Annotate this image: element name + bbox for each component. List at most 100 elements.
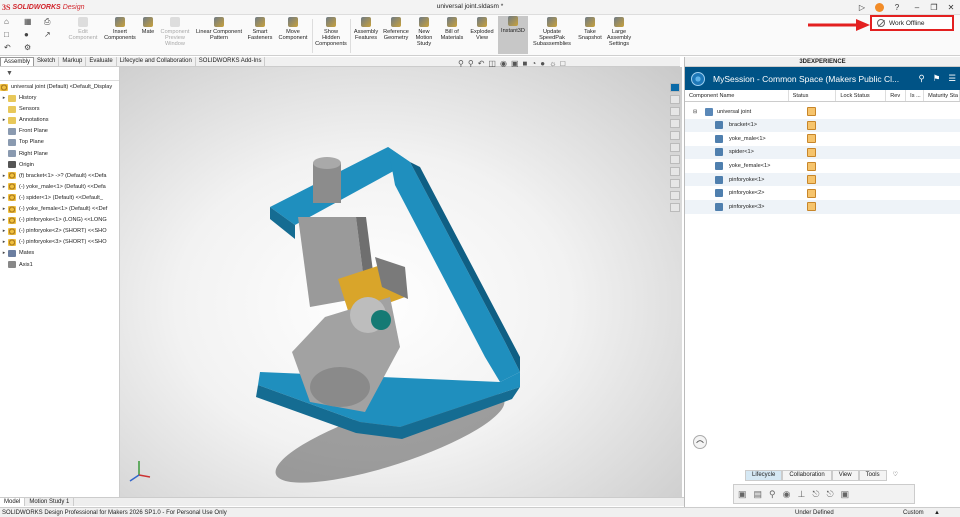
column-is[interactable]: Is ... — [906, 90, 925, 101]
chevron-up-icon[interactable]: ▲ — [934, 508, 940, 517]
compass-icon[interactable] — [691, 71, 705, 86]
expand-icon[interactable]: ▸ — [0, 173, 8, 179]
tag-icon[interactable]: ⚑ — [933, 73, 941, 84]
tree-item[interactable]: Sensors — [0, 104, 40, 114]
hide-show-items-icon[interactable]: ◔ — [531, 59, 536, 68]
tab-markup[interactable]: Markup — [59, 57, 87, 66]
column-rev[interactable]: Rev — [886, 90, 907, 101]
app-logo[interactable]: 3S SOLIDWORKS Design — [2, 2, 84, 13]
3dexperience-tab-icon[interactable] — [670, 83, 680, 92]
edit-component-button[interactable]: Edit Component — [64, 17, 102, 41]
user-avatar[interactable] — [873, 2, 885, 13]
undo-icon[interactable]: ↶ — [4, 43, 11, 52]
insert-components-button[interactable]: Insert Components — [101, 17, 139, 41]
expand-icon[interactable]: ▸ — [0, 217, 8, 223]
tree-item[interactable]: ▸ (-) spider<1> (Default) <<Default_ — [0, 193, 103, 203]
expand-icon[interactable]: ▸ — [0, 95, 8, 101]
tree-item[interactable]: ▸ (-) yoke_male<1> (Default) <<Defa — [0, 182, 106, 192]
expand-icon[interactable]: ▸ — [0, 206, 8, 212]
tree-item[interactable]: Right Plane — [0, 149, 48, 159]
component-row[interactable]: pinforyoke<2> — [685, 187, 960, 201]
linear-component-pattern-button[interactable]: Linear Component Pattern — [193, 17, 245, 41]
print-icon[interactable]: ⎙ — [44, 17, 50, 27]
session-title[interactable]: MySession - Common Space (Makers Public … — [713, 74, 911, 84]
tree-item[interactable]: ▸ Annotations — [0, 115, 49, 125]
expand-icon[interactable]: ▸ — [0, 250, 8, 256]
tree-item[interactable]: Origin — [0, 160, 34, 170]
view-settings-icon[interactable]: □ — [560, 59, 565, 68]
tree-item[interactable]: ▸ (-) pinforyoke<1> (LONG) <<LONG — [0, 215, 107, 225]
visibility-icon[interactable] — [693, 435, 707, 449]
exploded-view-button[interactable]: Exploded View — [467, 17, 497, 41]
tab-evaluate[interactable]: Evaluate — [86, 57, 117, 66]
show-hidden-components-button[interactable]: Show Hidden Components — [313, 17, 349, 47]
tab-sketch[interactable]: Sketch — [34, 57, 60, 66]
tab-collaboration[interactable]: Collaboration — [782, 470, 832, 481]
update-speedpak-button[interactable]: Update SpeedPak Subassemblies — [530, 17, 574, 47]
zoom-area-icon[interactable]: ⚲ — [468, 59, 474, 68]
component-preview-window-button[interactable]: Component Preview Window — [156, 17, 194, 47]
reference-geometry-button[interactable]: Reference Geometry — [381, 17, 411, 41]
column-component-name[interactable]: Component Name — [685, 90, 789, 101]
relations-icon[interactable]: ⎋ — [812, 489, 819, 500]
solidworks-plm-icon[interactable] — [670, 179, 680, 188]
tab-tools[interactable]: Tools — [858, 470, 887, 481]
expand-icon[interactable]: ▸ — [0, 117, 8, 123]
find-icon[interactable]: ⚲ — [769, 489, 776, 500]
instant3d-button[interactable]: Instant3D — [498, 16, 528, 54]
column-status[interactable]: Status — [789, 90, 837, 101]
column-lock-status[interactable]: Lock Status — [836, 90, 887, 101]
search-icon[interactable]: ⚲ — [919, 73, 925, 84]
tab-addins[interactable]: SOLIDWORKS Add-Ins — [195, 57, 266, 66]
universal-joint-model[interactable] — [120, 67, 682, 497]
tree-item[interactable]: Axis1 — [0, 260, 33, 270]
expand-icon[interactable]: ▸ — [0, 195, 8, 201]
component-row[interactable]: pinforyoke<3> — [685, 200, 960, 214]
restore-icon[interactable]: ❐ — [928, 2, 940, 13]
work-offline-menu-item[interactable]: Work Offline — [870, 15, 954, 31]
expand-icon[interactable]: ▸ — [0, 239, 8, 245]
tree-item[interactable]: ▸ (-) pinforyoke<3> (SHORT) <<SHO — [0, 237, 107, 247]
save-icon[interactable]: ▦ — [24, 17, 32, 26]
zoom-to-fit-icon[interactable]: ⚲ — [458, 59, 464, 68]
new-document-icon[interactable]: □ — [4, 30, 9, 39]
select-icon[interactable]: ↗ — [44, 30, 51, 39]
large-assembly-settings-button[interactable]: Large Assembly Settings — [604, 17, 634, 47]
tab-motion-study[interactable]: Motion Study 1 — [25, 498, 75, 506]
lock-icon[interactable]: ⊥ — [797, 489, 805, 500]
pin-icon[interactable] — [670, 203, 680, 212]
status-units[interactable]: Custom — [903, 508, 924, 517]
apply-scene-icon[interactable]: ☼ — [549, 59, 556, 68]
component-row[interactable]: spider<1> — [685, 145, 960, 160]
dynamic-annotation-icon[interactable]: ◉ — [500, 59, 507, 68]
component-row-root[interactable]: ⊟ universal joint — [685, 105, 960, 119]
tree-item[interactable]: ▸ (-) yoke_female<1> (Default) <<Def — [0, 204, 107, 214]
structure-icon[interactable]: ⎋ — [826, 489, 833, 500]
collapse-icon[interactable]: ⊟ — [693, 109, 697, 115]
tree-item[interactable]: ▸ (f) bracket<1> ->? (Default) <<Defa — [0, 171, 107, 181]
component-row[interactable]: bracket<1> — [685, 118, 960, 132]
help-icon[interactable]: ? — [891, 2, 903, 13]
options-icon[interactable]: ⚙ — [24, 43, 31, 52]
revision-icon[interactable]: ▤ — [754, 489, 763, 500]
tab-assembly[interactable]: Assembly — [0, 57, 35, 66]
reload-icon[interactable]: ▣ — [841, 489, 850, 500]
display-style-icon[interactable]: ■ — [523, 59, 528, 68]
tree-item[interactable]: ▸ (-) pinforyoke<2> (SHORT) <<SHO — [0, 226, 107, 236]
smart-fasteners-button[interactable]: Smart Fasteners — [245, 17, 275, 41]
column-maturity-state[interactable]: Maturity Sta — [924, 90, 960, 101]
previous-view-icon[interactable]: ↶ — [478, 59, 485, 68]
tab-lifecycle[interactable]: Lifecycle — [745, 470, 783, 481]
rebuild-icon[interactable]: ● — [24, 30, 29, 39]
bill-of-materials-button[interactable]: Bill of Materials — [438, 17, 466, 41]
edit-appearance-icon[interactable]: ● — [540, 59, 545, 68]
expand-icon[interactable]: ▸ — [0, 228, 8, 234]
favorite-icon[interactable]: ♡ — [887, 470, 904, 481]
close-icon[interactable]: ✕ — [945, 2, 957, 13]
maturity-icon[interactable]: ◉ — [783, 489, 791, 500]
move-component-button[interactable]: Move Component — [276, 17, 310, 41]
new-motion-study-button[interactable]: New Motion Study — [411, 17, 437, 47]
tree-item[interactable]: ▸ Mates — [0, 248, 34, 258]
section-view-icon[interactable]: ◫ — [488, 59, 496, 68]
component-row[interactable]: pinforyoke<1> — [685, 172, 960, 187]
